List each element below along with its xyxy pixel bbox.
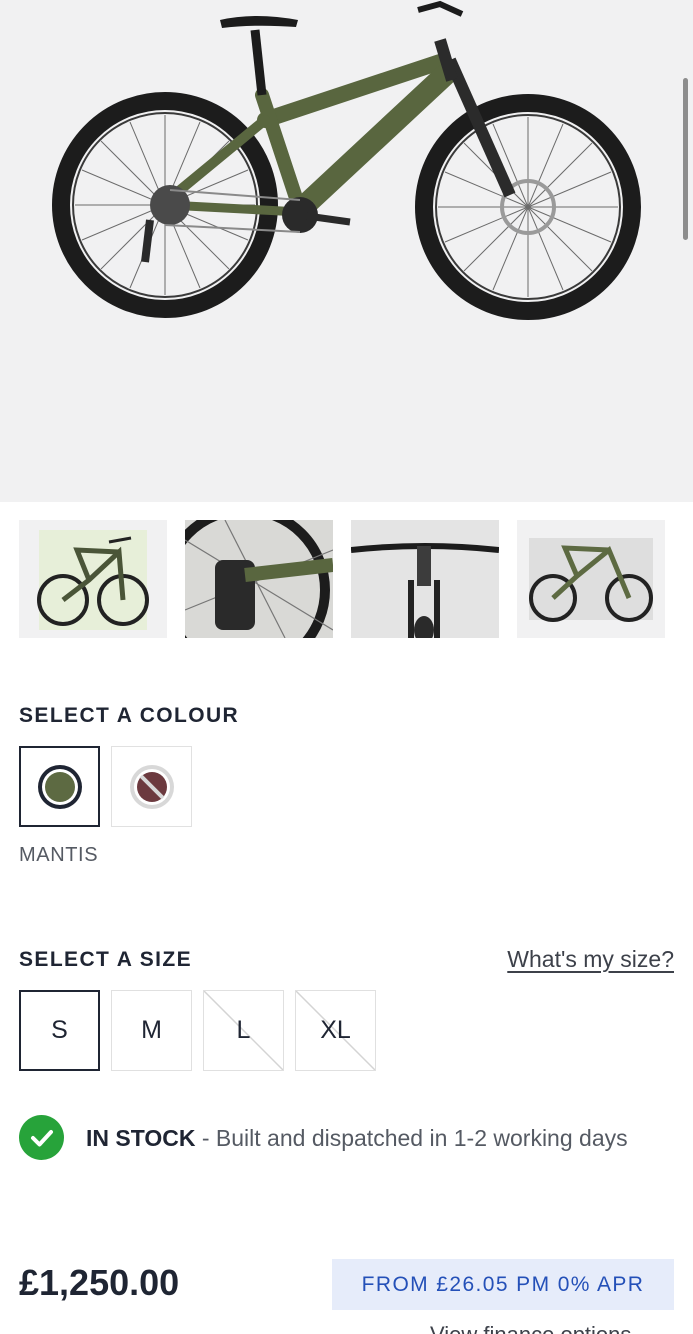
colour-dot-mantis [37, 764, 82, 809]
derailleur-thumbnail-image [185, 520, 333, 638]
size-option-xl[interactable]: XL [295, 990, 376, 1071]
bike-thumbnail-image [37, 530, 149, 630]
outdoor-thumbnail-image [529, 538, 653, 622]
thumbnail-cockpit[interactable] [351, 520, 499, 638]
colour-heading: SELECT A COLOUR [19, 704, 240, 727]
finance-badge[interactable]: FROM £26.05 PM 0% APR [332, 1259, 674, 1310]
size-label: L [236, 1016, 251, 1044]
gallery-thumbnails [19, 520, 665, 638]
size-guide-link[interactable]: What's my size? [507, 946, 674, 973]
size-label: M [141, 1016, 162, 1044]
size-label: S [51, 1016, 68, 1044]
thumbnail-bike-angle[interactable] [19, 520, 167, 638]
handlebar-thumbnail-image [351, 520, 499, 638]
stock-status: IN STOCK - Built and dispatched in 1-2 w… [86, 1116, 676, 1161]
colour-swatch-unavailable[interactable] [111, 746, 192, 827]
bike-illustration [52, 0, 641, 320]
finance-options-link[interactable]: View finance options [430, 1322, 631, 1334]
stock-status-label: IN STOCK [86, 1125, 196, 1151]
size-option-l[interactable]: L [203, 990, 284, 1071]
size-option-m[interactable]: M [111, 990, 192, 1071]
colour-dot-unavailable [129, 764, 174, 809]
thumbnail-drivetrain[interactable] [185, 520, 333, 638]
size-option-s[interactable]: S [19, 990, 100, 1071]
product-price: £1,250.00 [19, 1262, 180, 1303]
stock-status-detail: - Built and dispatched in 1-2 working da… [195, 1125, 628, 1151]
selected-colour-name: MANTIS [19, 844, 99, 866]
thumbnail-outdoor[interactable] [517, 520, 665, 638]
gallery-scrollbar[interactable] [683, 78, 688, 240]
product-image-main[interactable] [0, 0, 693, 502]
size-label: XL [320, 1016, 351, 1044]
size-heading: SELECT A SIZE [19, 948, 192, 971]
colour-swatch-mantis[interactable] [19, 746, 100, 827]
check-circle-icon [19, 1115, 64, 1160]
